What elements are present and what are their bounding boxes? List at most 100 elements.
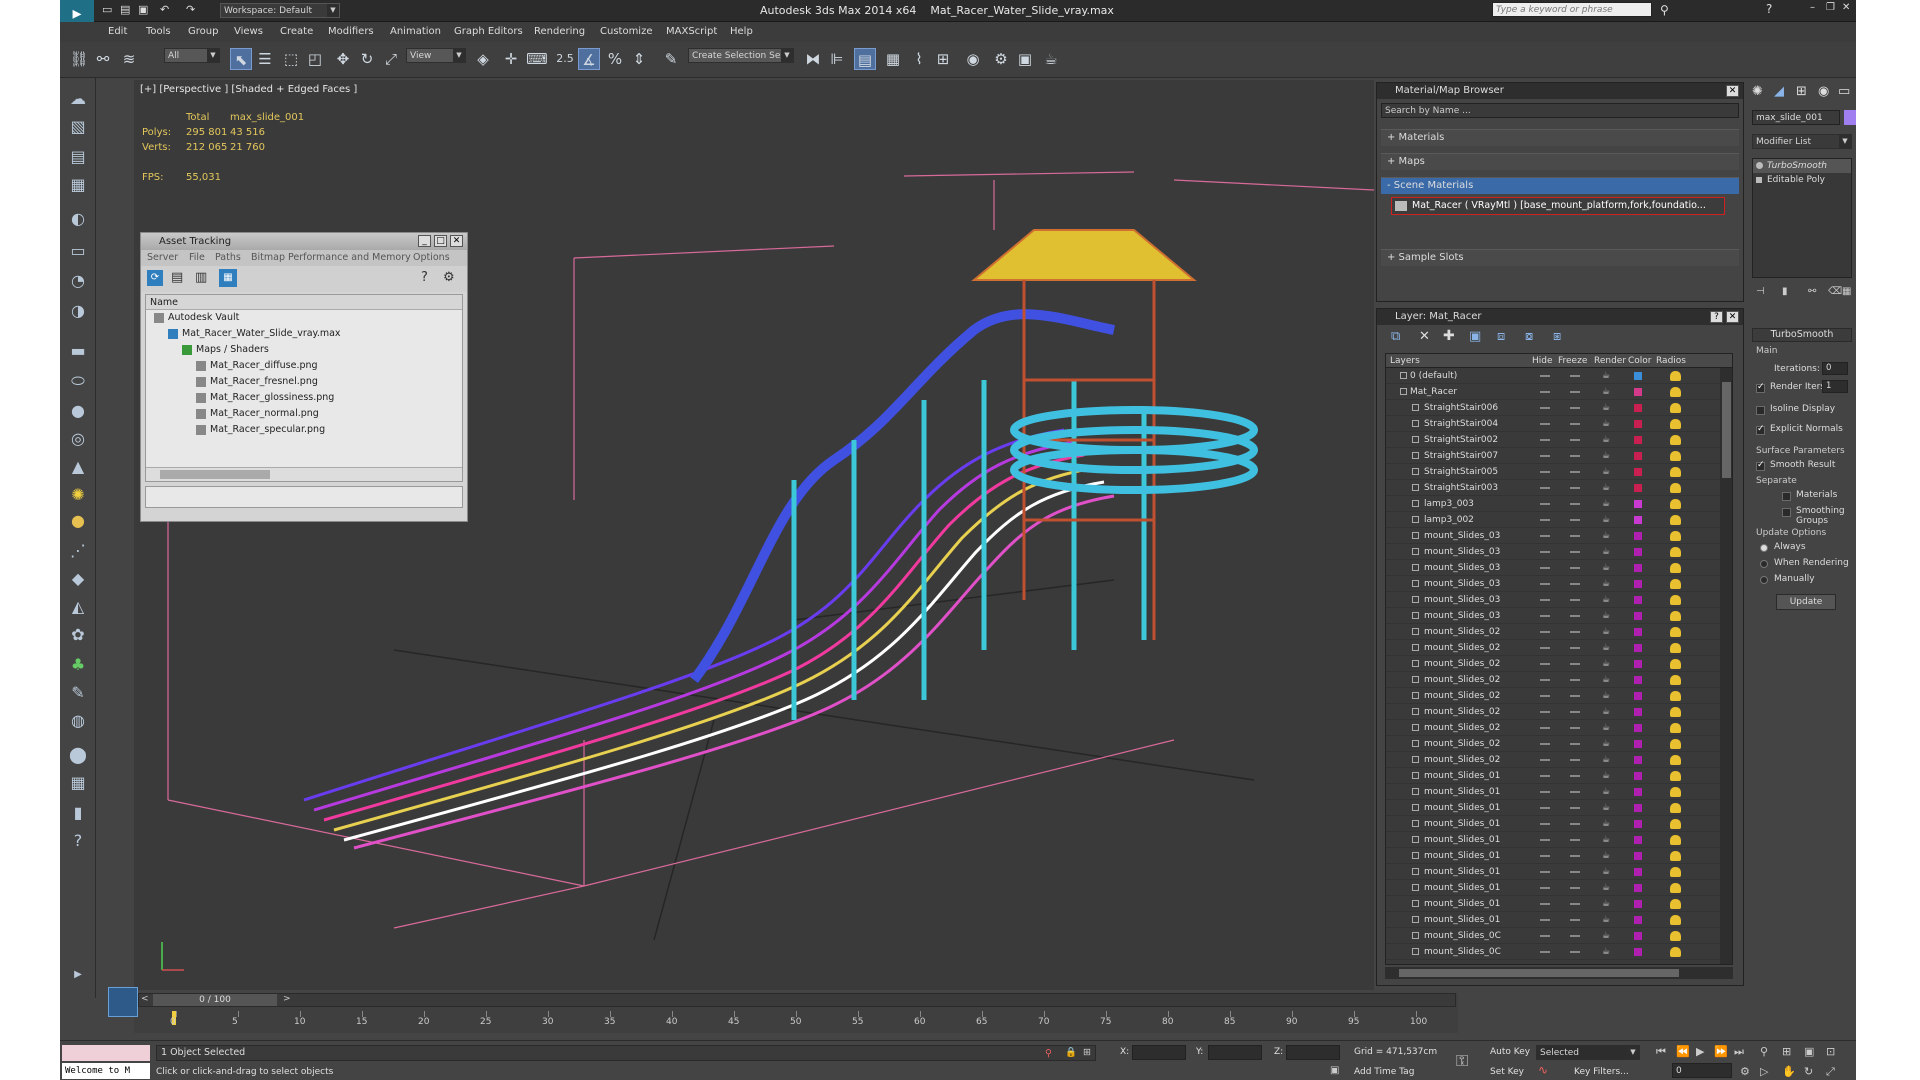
layer-row[interactable]: mount_Slides_02 ☕ (1386, 752, 1732, 768)
next-frame-icon[interactable]: ⏩ (1714, 1045, 1728, 1058)
layer-row[interactable]: StraightStair005 ☕ (1386, 464, 1732, 480)
list-view-icon[interactable]: ▤ (171, 270, 183, 285)
pin-stack-icon[interactable]: ⊣ (1756, 286, 1765, 297)
radiosity-icon[interactable] (1670, 835, 1681, 845)
radiosity-icon[interactable] (1670, 707, 1681, 717)
render-teapot-icon[interactable]: ☕ (1602, 672, 1610, 688)
hide-toggle[interactable] (1540, 807, 1550, 809)
close-icon[interactable]: ✕ (450, 235, 463, 247)
layer-row[interactable]: mount_Slides_01 ☕ (1386, 784, 1732, 800)
render-teapot-icon[interactable]: ☕ (1602, 576, 1610, 592)
render-teapot-icon[interactable]: ☕ (1602, 720, 1610, 736)
freeze-toggle[interactable] (1570, 439, 1580, 441)
scroll-thumb[interactable] (1722, 382, 1731, 478)
asset-tracking-titlebar[interactable]: Asset Tracking _ □ ✕ (141, 233, 467, 250)
render-teapot-icon[interactable]: ☕ (1602, 656, 1610, 672)
spinner-snap-icon[interactable]: ⇕ (628, 48, 650, 70)
iterations-spinner[interactable]: 0 (1822, 362, 1848, 375)
layer-row[interactable]: mount_Slides_01 ☕ (1386, 880, 1732, 896)
save-file-icon[interactable]: ▣ (138, 3, 148, 16)
radiosity-icon[interactable] (1670, 387, 1681, 397)
radiosity-icon[interactable] (1670, 739, 1681, 749)
freeze-toggle[interactable] (1570, 519, 1580, 521)
freeze-all-icon[interactable]: ⧆ (1553, 329, 1561, 344)
hide-toggle[interactable] (1540, 455, 1550, 457)
col-hide[interactable]: Hide (1532, 354, 1553, 368)
layer-color-swatch[interactable] (1634, 868, 1642, 876)
layer-row[interactable]: mount_Slides_02 ☕ (1386, 720, 1732, 736)
scroll-thumb[interactable] (1399, 969, 1679, 977)
dynamics-icon[interactable]: ◆ (67, 568, 89, 590)
hide-toggle[interactable] (1540, 727, 1550, 729)
script-icon[interactable]: ✎ (67, 682, 89, 704)
col-color[interactable]: Color (1628, 354, 1652, 368)
hide-toggle[interactable] (1540, 631, 1550, 633)
asset-row[interactable]: Mat_Racer_specular.png (146, 422, 462, 438)
minimize-icon[interactable]: – (1810, 2, 1815, 13)
layer-color-swatch[interactable] (1634, 916, 1642, 924)
add-to-layer-icon[interactable]: ✚ (1443, 328, 1455, 344)
layer-titlebar[interactable]: Layer: Mat_Racer ? ✕ (1377, 309, 1743, 325)
hierarchy-tab-icon[interactable]: ⊞ (1796, 84, 1807, 99)
hide-all-icon[interactable]: ⧇ (1525, 329, 1533, 344)
scroll-thumb[interactable] (160, 470, 270, 479)
render-teapot-icon[interactable]: ☕ (1602, 464, 1610, 480)
close-icon[interactable]: ✕ (1726, 85, 1739, 97)
render-teapot-icon[interactable]: ☕ (1602, 816, 1610, 832)
browser-titlebar[interactable]: Material/Map Browser ✕ (1377, 83, 1743, 99)
welcome-field[interactable]: Welcome to M (62, 1063, 150, 1079)
next-frame-icon[interactable]: > (283, 994, 291, 1004)
auto-key-button[interactable]: Auto Key (1490, 1047, 1530, 1057)
render-teapot-icon[interactable]: ☕ (1602, 496, 1610, 512)
radiosity-icon[interactable] (1670, 883, 1681, 893)
hide-toggle[interactable] (1540, 775, 1550, 777)
time-config-icon[interactable]: ⚙ (1740, 1065, 1750, 1078)
hide-toggle[interactable] (1540, 439, 1550, 441)
freeze-toggle[interactable] (1570, 631, 1580, 633)
layer-row[interactable]: 0 (default) ☕ (1386, 368, 1732, 384)
layer-color-swatch[interactable] (1634, 852, 1642, 860)
motion-tab-icon[interactable]: ◉ (1818, 84, 1829, 99)
menu-rendering[interactable]: Rendering (534, 26, 585, 37)
menu-bitmap-performance[interactable]: Bitmap Performance and Memory (251, 250, 411, 266)
layer-row[interactable]: mount_Slides_03 ☕ (1386, 592, 1732, 608)
render-teapot-icon[interactable]: ☕ (1602, 896, 1610, 912)
asset-row[interactable]: Mat_Racer_Water_Slide_vray.max (146, 326, 462, 342)
radiosity-icon[interactable] (1670, 595, 1681, 605)
expand-arrow-icon[interactable]: ▶ (67, 964, 89, 986)
layer-color-swatch[interactable] (1634, 532, 1642, 540)
render-teapot-icon[interactable]: ☕ (1602, 640, 1610, 656)
layer-color-swatch[interactable] (1634, 724, 1642, 732)
perspective-viewport[interactable]: [+] [Perspective ] [Shaded + Edged Faces… (134, 80, 1374, 990)
stack-turbosmooth[interactable]: TurboSmooth (1753, 159, 1851, 173)
radiosity-icon[interactable] (1670, 819, 1681, 829)
layer-row[interactable]: mount_Slides_01 ☕ (1386, 896, 1732, 912)
hide-toggle[interactable] (1540, 647, 1550, 649)
radiosity-icon[interactable] (1670, 579, 1681, 589)
search-input[interactable]: Type a keyword or phrase (1492, 2, 1652, 17)
rectangular-selection-icon[interactable]: ⬚ (280, 48, 302, 70)
field-of-view-icon[interactable]: ▷ (1760, 1065, 1768, 1078)
key-filters-button[interactable]: Key Filters... (1574, 1067, 1629, 1077)
hide-toggle[interactable] (1540, 903, 1550, 905)
layer-row[interactable]: mount_Slides_02 ☕ (1386, 656, 1732, 672)
col-freeze[interactable]: Freeze (1558, 354, 1587, 368)
freeze-toggle[interactable] (1570, 919, 1580, 921)
freeze-toggle[interactable] (1570, 871, 1580, 873)
freeze-toggle[interactable] (1570, 583, 1580, 585)
redo-icon[interactable]: ↷ (186, 3, 195, 16)
freeze-toggle[interactable] (1570, 711, 1580, 713)
layer-row[interactable]: mount_Slides_03 ☕ (1386, 576, 1732, 592)
z-coordinate-input[interactable] (1286, 1045, 1340, 1060)
layer-color-swatch[interactable] (1634, 500, 1642, 508)
absolute-mode-icon[interactable]: ⊞ (1083, 1046, 1091, 1060)
rotate-icon[interactable]: ↻ (356, 48, 378, 70)
layer-color-swatch[interactable] (1634, 884, 1642, 892)
vertical-scrollbar[interactable] (1720, 368, 1732, 964)
freeze-toggle[interactable] (1570, 807, 1580, 809)
render-teapot-icon[interactable]: ☕ (1602, 400, 1610, 416)
layer-row[interactable]: mount_Slides_02 ☕ (1386, 736, 1732, 752)
hide-toggle[interactable] (1540, 503, 1550, 505)
layer-row[interactable]: lamp3_003 ☕ (1386, 496, 1732, 512)
current-frame-field[interactable]: 0 (1672, 1063, 1732, 1078)
